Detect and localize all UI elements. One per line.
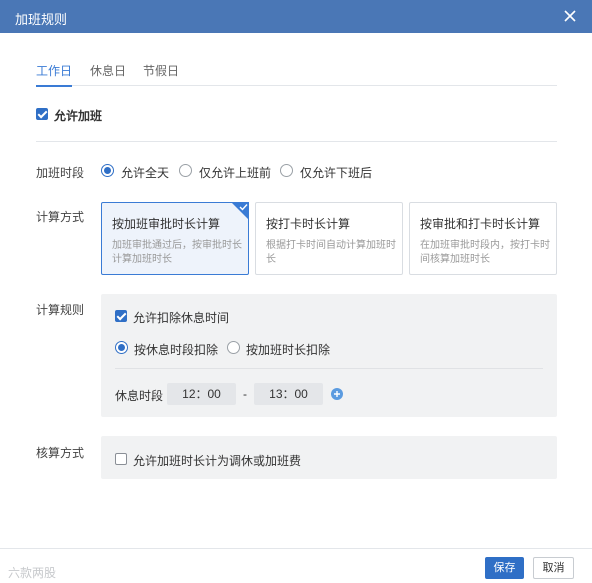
radio-allow-all-day[interactable]	[101, 164, 114, 177]
selected-check-icon	[231, 202, 249, 220]
panel-divider	[115, 368, 543, 369]
allow-overtime-label: 允许加班	[54, 109, 103, 123]
dialog-title: 加班规则	[15, 12, 68, 27]
tab-workday[interactable]: 工作日	[36, 62, 73, 87]
day-type-tabs: 工作日 休息日 节假日	[36, 62, 557, 87]
tab-restday[interactable]: 休息日	[90, 62, 126, 79]
calc-card-punch[interactable]: 按打卡时长计算 根据打卡时间自动计算加班时长	[255, 202, 403, 275]
radio-after-work[interactable]	[280, 164, 293, 177]
divider	[36, 141, 557, 142]
dialog-titlebar: 加班规则	[0, 0, 592, 33]
close-icon[interactable]	[560, 6, 580, 26]
cancel-button[interactable]: 取消	[533, 557, 574, 579]
radio-deduct-by-duration-label: 按加班时长扣除	[246, 343, 331, 357]
watermark: 六款两股	[8, 566, 57, 580]
break-start-time-input[interactable]: 12：00	[167, 383, 236, 405]
radio-deduct-by-period[interactable]	[115, 341, 128, 354]
calc-card-approval-title: 按加班审批时长计算	[112, 217, 221, 231]
tab-holiday[interactable]: 节假日	[143, 62, 179, 79]
radio-allow-all-day-label: 允许全天	[121, 166, 170, 180]
deduct-break-label: 允许扣除休息时间	[133, 311, 230, 325]
calc-card-approval-punch-title: 按审批和打卡时长计算	[420, 217, 541, 231]
radio-after-work-label: 仅允许下班后	[300, 166, 373, 180]
break-end-time-input[interactable]: 13：00	[254, 383, 323, 405]
break-period-label: 休息时段	[115, 389, 164, 403]
calc-method-label: 计算方式	[36, 210, 85, 224]
calc-card-approval-punch[interactable]: 按审批和打卡时长计算 在加班审批时段内，按打卡时间核算加班时长	[409, 202, 557, 275]
calc-card-punch-desc: 根据打卡时间自动计算加班时长	[266, 240, 396, 265]
calc-card-approval[interactable]: 按加班审批时长计算 加班审批通过后，按审批时长计算加班时长	[101, 202, 249, 275]
calc-card-approval-desc: 加班审批通过后，按审批时长计算加班时长	[112, 240, 242, 265]
calc-card-approval-punch-desc: 在加班审批时段内，按打卡时间核算加班时长	[420, 240, 550, 265]
calc-rule-label: 计算规则	[36, 303, 85, 317]
radio-before-work[interactable]	[179, 164, 192, 177]
calc-card-punch-title: 按打卡时长计算	[266, 217, 351, 231]
accounting-option-label: 允许加班时长计为调休或加班费	[133, 454, 302, 468]
accounting-label: 核算方式	[36, 446, 85, 460]
accounting-checkbox[interactable]	[115, 453, 127, 465]
radio-deduct-by-duration[interactable]	[227, 341, 240, 354]
radio-deduct-by-period-label: 按休息时段扣除	[134, 343, 219, 357]
time-separator: -	[243, 387, 247, 401]
save-button[interactable]: 保存	[485, 557, 524, 579]
allow-overtime-checkbox[interactable]	[36, 108, 48, 120]
add-circle-icon[interactable]	[331, 388, 343, 400]
deduct-break-checkbox[interactable]	[115, 310, 127, 322]
radio-before-work-label: 仅允许上班前	[199, 166, 272, 180]
time-period-label: 加班时段	[36, 166, 85, 180]
